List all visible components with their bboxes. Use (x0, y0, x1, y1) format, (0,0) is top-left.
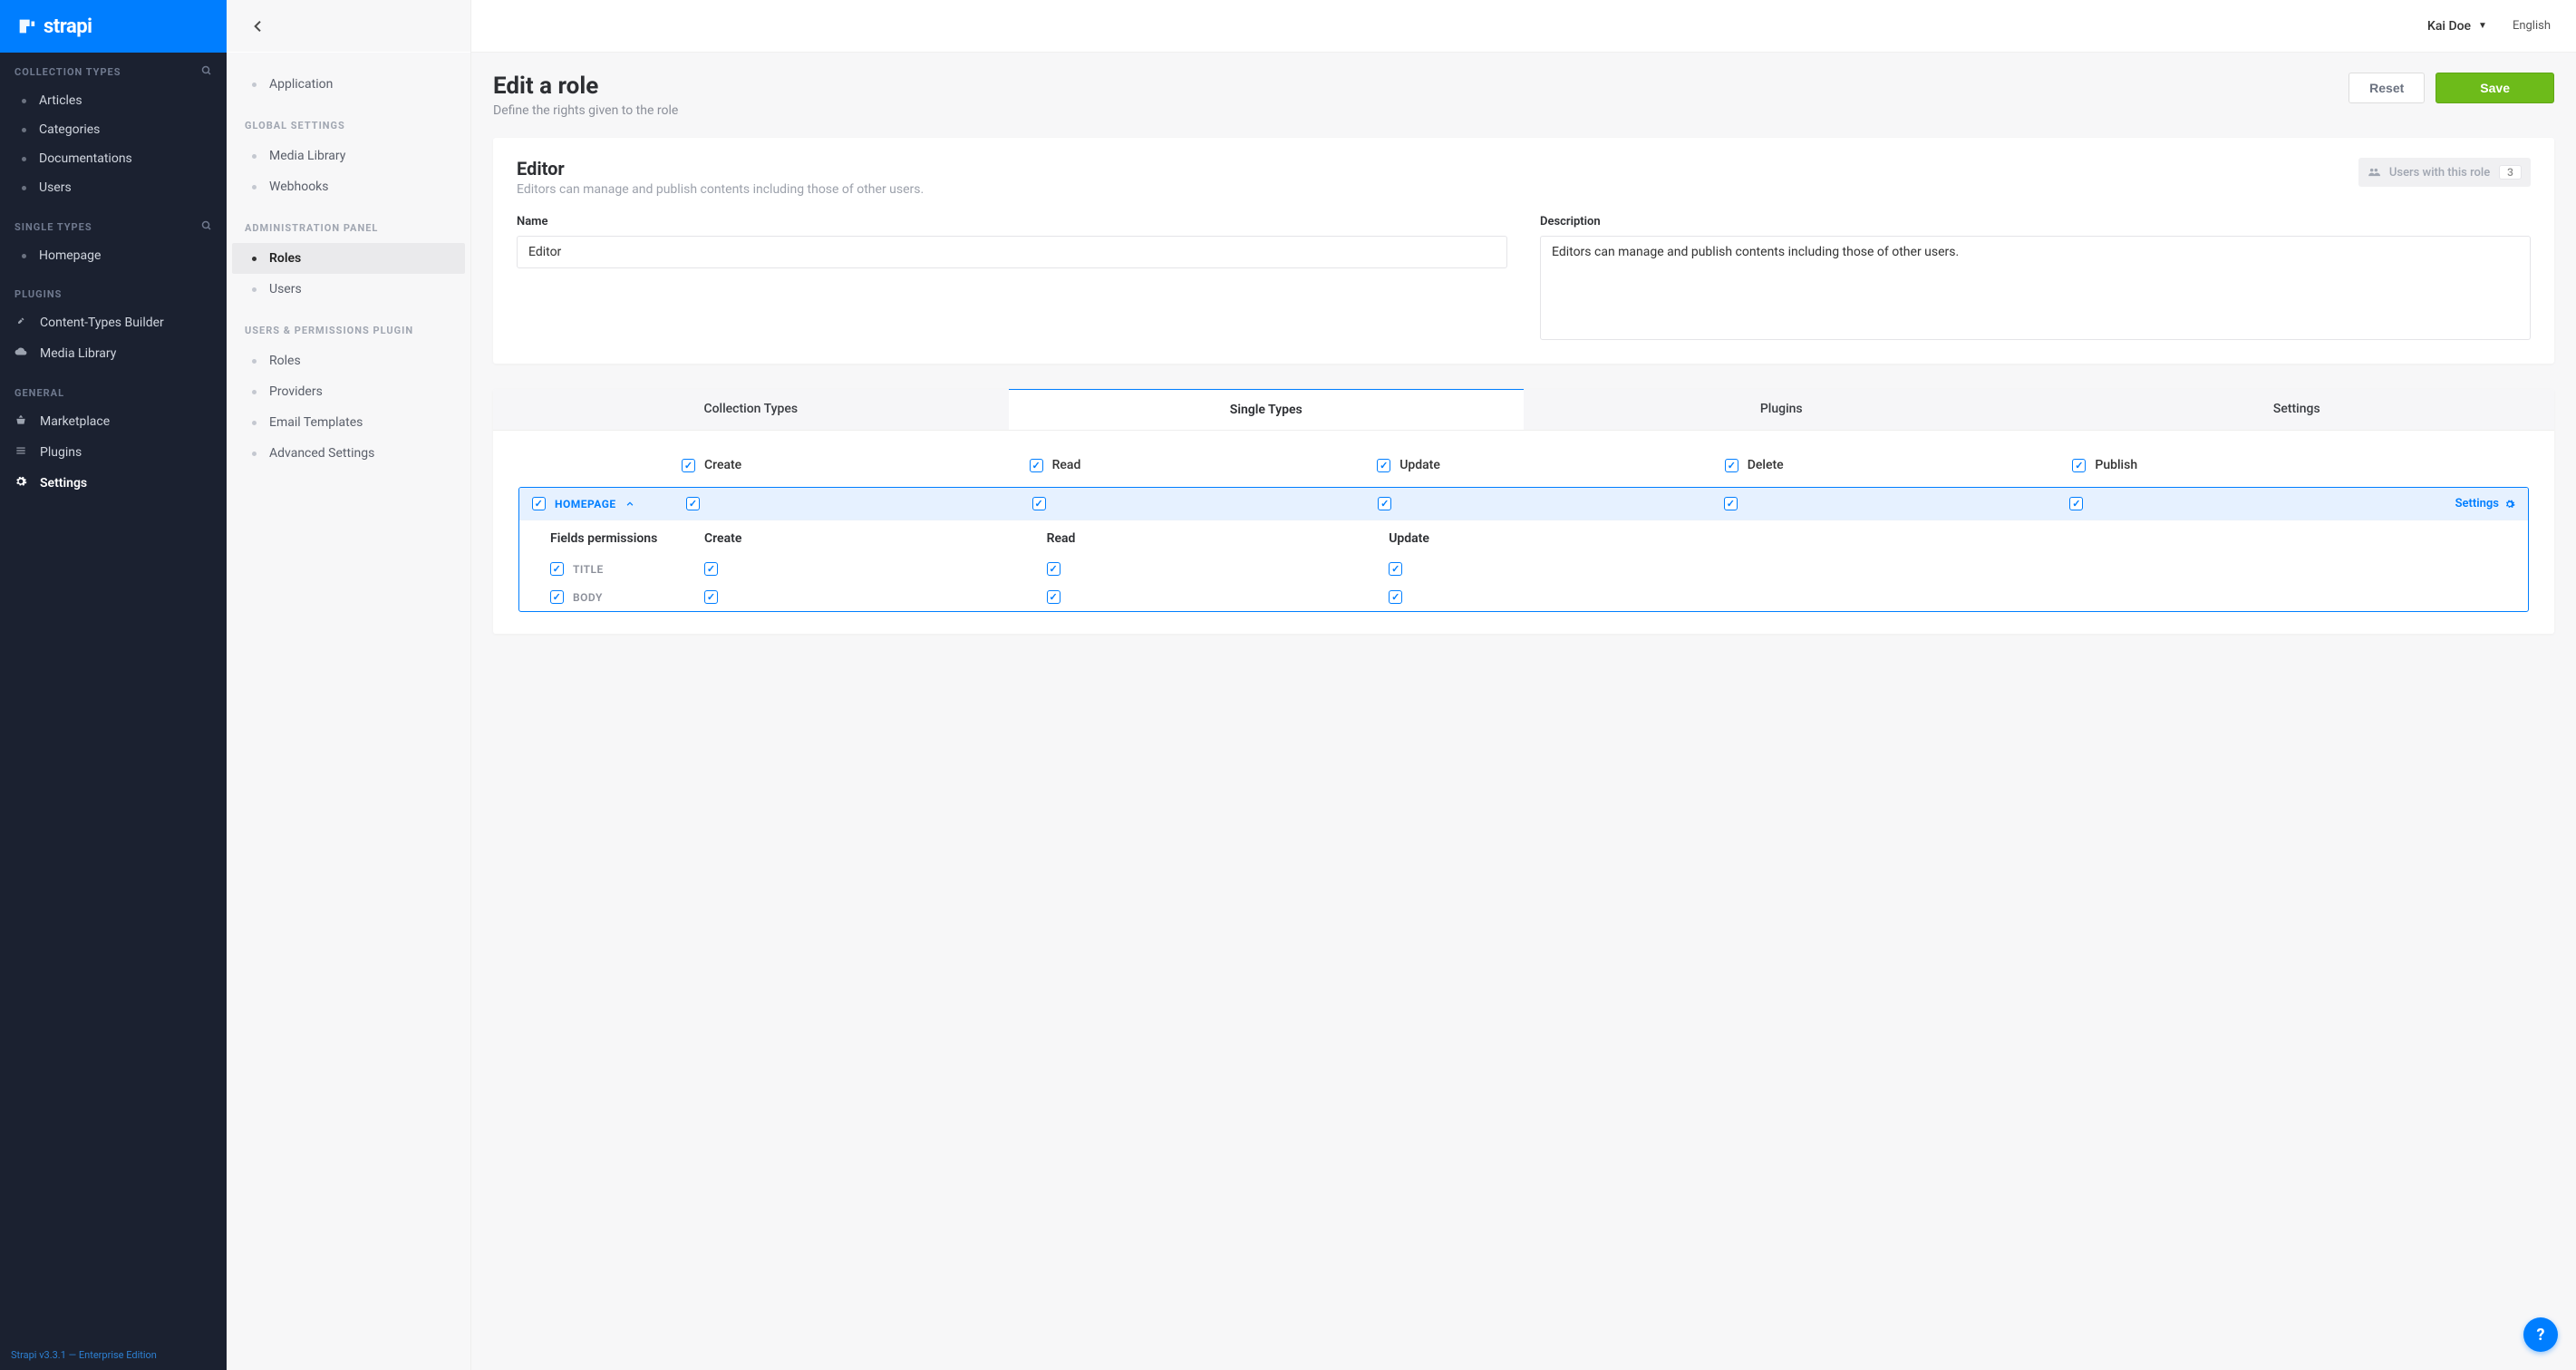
name-label: Name (517, 215, 1507, 228)
checkbox-delete[interactable] (1725, 459, 1738, 472)
checkbox-create[interactable] (682, 459, 695, 472)
list-icon (15, 444, 29, 461)
checkbox-homepage-read[interactable] (1032, 497, 1046, 510)
settings-sidebar: Application GLOBAL SETTINGS Media Librar… (227, 0, 471, 1370)
settings-item-providers[interactable]: Providers (227, 376, 470, 407)
nav-item-users[interactable]: Users (0, 173, 227, 202)
nav-item-documentations[interactable]: Documentations (0, 144, 227, 173)
basket-icon (15, 413, 29, 430)
permissions-entity-group: HOMEPAGE Settings (518, 487, 2529, 612)
nav-item-categories[interactable]: Categories (0, 115, 227, 144)
nav-item-settings[interactable]: Settings (0, 468, 227, 499)
users-icon (2368, 166, 2380, 179)
tab-collection-types[interactable]: Collection Types (493, 389, 1009, 430)
version-line: Strapi v3.3.1 — Enterprise Edition (0, 1340, 227, 1370)
user-name: Kai Doe (2427, 19, 2471, 34)
description-label: Description (1540, 215, 2531, 228)
fields-permissions-header: Fields permissions Create Read Update (519, 520, 2528, 555)
topbar: Kai Doe ▼ English (471, 0, 2576, 53)
nav-heading-plugins: PLUGINS (15, 288, 62, 300)
checkbox-update[interactable] (1377, 459, 1390, 472)
search-icon[interactable] (201, 65, 212, 79)
checkbox-entity[interactable] (532, 497, 546, 510)
permissions-tabs: Collection Types Single Types Plugins Se… (493, 389, 2554, 431)
tab-settings[interactable]: Settings (2039, 389, 2555, 430)
settings-item-advanced[interactable]: Advanced Settings (227, 438, 470, 469)
checkbox-body-update[interactable] (1389, 590, 1402, 604)
nav-heading-general: GENERAL (15, 387, 64, 399)
nav-item-marketplace[interactable]: Marketplace (0, 406, 227, 437)
nav-item-media-library[interactable]: Media Library (0, 338, 227, 369)
entity-settings-link[interactable]: Settings (2416, 497, 2515, 510)
chevron-down-icon: ▼ (2478, 21, 2487, 31)
role-title: Editor (517, 158, 924, 180)
nav-heading-single-types: SINGLE TYPES (15, 221, 92, 233)
settings-item-application[interactable]: Application (227, 69, 470, 100)
checkbox-body-read[interactable] (1047, 590, 1060, 604)
gear-icon (2504, 499, 2515, 510)
nav-item-ct-builder[interactable]: Content-Types Builder (0, 307, 227, 338)
strapi-logo-icon (16, 16, 36, 36)
main-region: Kai Doe ▼ English Edit a role Define the… (471, 0, 2576, 1370)
checkbox-homepage-publish[interactable] (2069, 497, 2083, 510)
settings-heading-admin-panel: ADMINISTRATION PANEL (227, 222, 470, 243)
settings-item-roles-admin[interactable]: Roles (232, 243, 465, 274)
tab-single-types[interactable]: Single Types (1009, 389, 1525, 430)
checkbox-read[interactable] (1030, 459, 1043, 472)
checkbox-body-create[interactable] (704, 590, 718, 604)
tab-plugins[interactable]: Plugins (1524, 389, 2039, 430)
checkbox-title-update[interactable] (1389, 562, 1402, 576)
reset-button[interactable]: Reset (2348, 73, 2425, 103)
logo-bar: strapi (0, 0, 227, 53)
role-subtitle: Editors can manage and publish contents … (517, 182, 924, 197)
checkbox-title-read[interactable] (1047, 562, 1060, 576)
brush-icon (15, 315, 29, 331)
field-row-title: TITLE (519, 555, 2528, 583)
checkbox-homepage-delete[interactable] (1724, 497, 1738, 510)
brand-name: strapi (44, 15, 92, 38)
nav-item-homepage[interactable]: Homepage (0, 241, 227, 270)
role-details-card: Editor Editors can manage and publish co… (493, 138, 2554, 364)
nav-item-articles[interactable]: Articles (0, 86, 227, 115)
permissions-card: Collection Types Single Types Plugins Se… (493, 389, 2554, 634)
checkbox-field-title[interactable] (550, 562, 564, 576)
checkbox-title-create[interactable] (704, 562, 718, 576)
entity-row-homepage[interactable]: HOMEPAGE Settings (519, 488, 2528, 520)
search-icon[interactable] (201, 220, 212, 234)
settings-item-users-admin[interactable]: Users (227, 274, 470, 305)
chevron-left-icon (251, 19, 266, 34)
entity-name: HOMEPAGE (555, 498, 616, 510)
nav-item-plugins[interactable]: Plugins (0, 437, 227, 468)
checkbox-publish[interactable] (2072, 459, 2086, 472)
settings-item-media-library[interactable]: Media Library (227, 141, 470, 171)
settings-item-email-templates[interactable]: Email Templates (227, 407, 470, 438)
field-row-body: BODY (519, 583, 2528, 611)
settings-item-roles-plugin[interactable]: Roles (227, 345, 470, 376)
nav-heading-collection-types: COLLECTION TYPES (15, 66, 121, 78)
settings-heading-users-perm: USERS & PERMISSIONS PLUGIN (227, 325, 470, 345)
checkbox-field-body[interactable] (550, 590, 564, 604)
users-count: 3 (2499, 165, 2522, 180)
gear-icon (15, 475, 29, 491)
language-selector[interactable]: English (2513, 19, 2551, 33)
description-textarea[interactable]: Editors can manage and publish contents … (1540, 236, 2531, 340)
user-menu[interactable]: Kai Doe ▼ (2427, 19, 2487, 34)
page-subtitle: Define the rights given to the role (493, 103, 678, 118)
permissions-header-row: Create Read Update Delete Publish (518, 452, 2529, 487)
checkbox-homepage-create[interactable] (686, 497, 700, 510)
chevron-up-icon (625, 500, 634, 509)
page-title: Edit a role (493, 73, 678, 100)
checkbox-homepage-update[interactable] (1378, 497, 1391, 510)
save-button[interactable]: Save (2436, 73, 2554, 103)
name-input[interactable] (517, 236, 1507, 268)
main-sidebar: strapi COLLECTION TYPES Articles Categor… (0, 0, 227, 1370)
settings-heading-global: GLOBAL SETTINGS (227, 120, 470, 141)
users-with-role-badge: Users with this role 3 (2358, 158, 2531, 187)
back-button[interactable] (247, 15, 270, 38)
cloud-icon (15, 345, 29, 362)
settings-item-webhooks[interactable]: Webhooks (227, 171, 470, 202)
help-button[interactable]: ? (2523, 1317, 2558, 1352)
